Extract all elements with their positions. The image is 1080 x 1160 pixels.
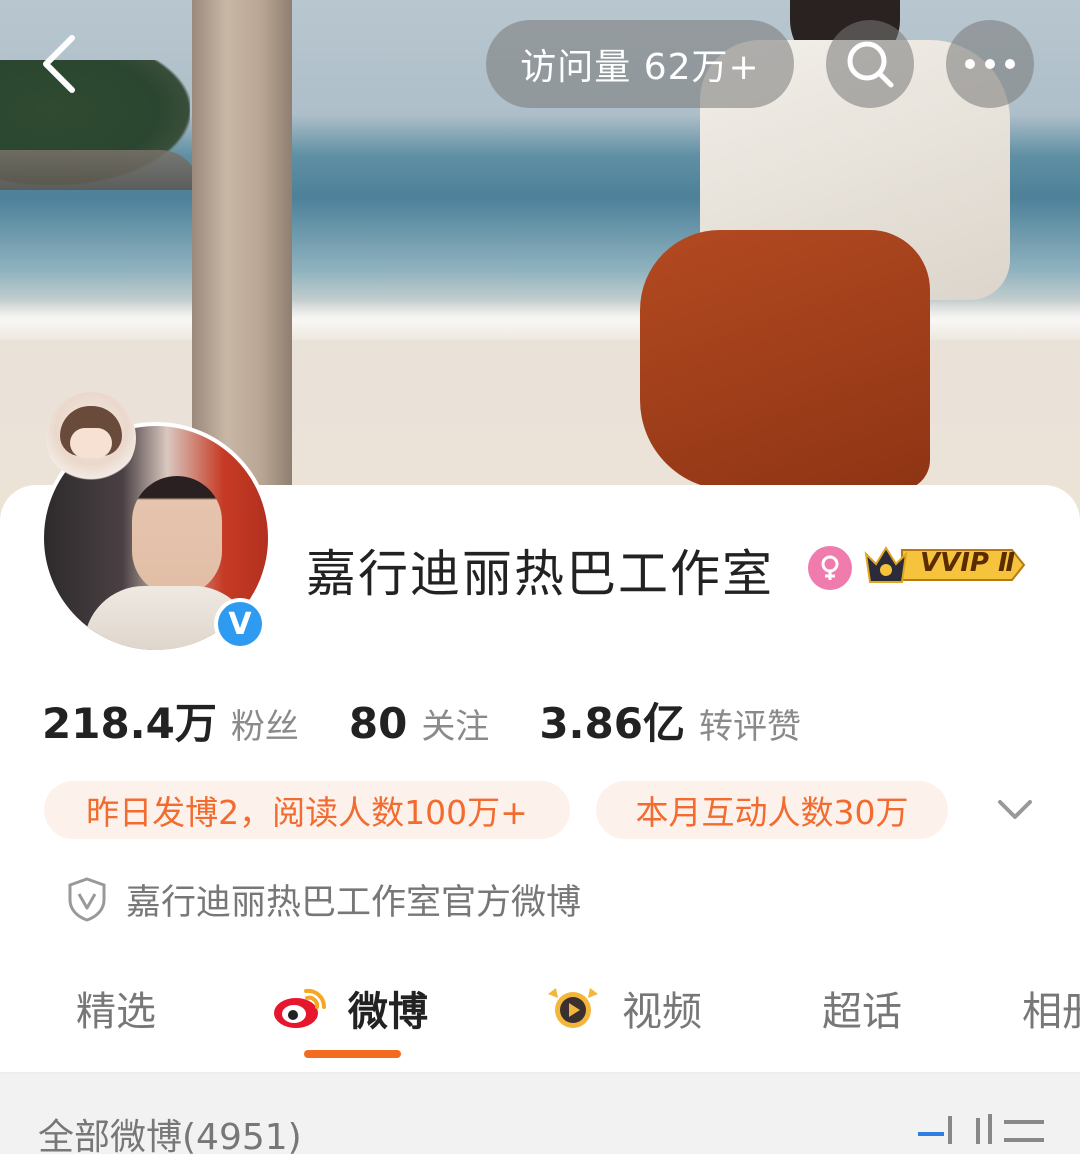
active-tab-indicator bbox=[304, 1050, 401, 1058]
followers-count[interactable]: 218.4万 bbox=[42, 690, 217, 751]
pendant-face bbox=[70, 428, 112, 458]
monthly-interaction-tag[interactable]: 本月互动人数30万 bbox=[596, 781, 948, 839]
followers-label[interactable]: 粉丝 bbox=[231, 699, 299, 748]
vip-badge[interactable]: VVIP Ⅱ bbox=[862, 540, 1027, 590]
weibo-logo-icon bbox=[272, 985, 328, 1031]
cover-person-pants bbox=[640, 230, 930, 490]
official-account-text: 嘉行迪丽热巴工作室官方微博 bbox=[126, 882, 582, 923]
more-button[interactable] bbox=[946, 20, 1034, 108]
tab-featured-label: 精选 bbox=[76, 989, 156, 1035]
expand-button[interactable] bbox=[994, 792, 1036, 828]
search-icon bbox=[847, 41, 894, 88]
search-button[interactable] bbox=[826, 20, 914, 108]
interactions-label[interactable]: 转评赞 bbox=[699, 699, 801, 748]
verified-badge: V bbox=[214, 598, 266, 650]
tab-video[interactable]: 视频 bbox=[544, 980, 702, 1036]
tab-album-label: 相册 bbox=[1022, 989, 1080, 1035]
monthly-interaction-text: 本月互动人数30万 bbox=[635, 793, 909, 832]
yesterday-posts-text: 昨日发博2，阅读人数100万+ bbox=[86, 793, 528, 832]
tab-super-topic[interactable]: 超话 bbox=[822, 980, 902, 1036]
interactions-count[interactable]: 3.86亿 bbox=[539, 690, 685, 751]
tab-weibo-label: 微博 bbox=[348, 989, 428, 1035]
visits-count-label: 访问量 62万+ bbox=[520, 47, 760, 88]
back-button[interactable] bbox=[30, 28, 100, 98]
avatar-face bbox=[132, 476, 222, 596]
vip-badge-text: VVIP Ⅱ bbox=[920, 548, 1016, 578]
tab-video-label: 视频 bbox=[622, 989, 702, 1035]
tab-weibo[interactable]: 微博 bbox=[272, 980, 428, 1036]
verified-v-icon: V bbox=[218, 602, 262, 646]
following-label[interactable]: 关注 bbox=[421, 699, 489, 748]
following-count[interactable]: 80 bbox=[349, 699, 407, 748]
video-play-icon bbox=[544, 984, 602, 1032]
more-horizontal-icon bbox=[965, 59, 1015, 69]
chevron-left-icon bbox=[43, 35, 75, 93]
female-icon bbox=[808, 546, 852, 590]
cover-rocks bbox=[0, 150, 200, 190]
tab-featured[interactable]: 精选 bbox=[76, 980, 156, 1036]
profile-name: 嘉行迪丽热巴工作室 bbox=[306, 545, 774, 603]
profile-stats: 218.4万 粉丝 80 关注 3.86亿 转评赞 bbox=[42, 690, 851, 748]
filter-controls[interactable] bbox=[914, 1110, 1048, 1150]
shield-v-icon bbox=[68, 877, 106, 922]
chevron-down-icon bbox=[998, 800, 1032, 819]
avatar-pendant-sticker[interactable] bbox=[46, 392, 136, 484]
all-weibo-filter[interactable]: 全部微博(4951) bbox=[38, 1108, 302, 1160]
visits-count-pill[interactable]: 访问量 62万+ bbox=[486, 20, 794, 108]
tab-album[interactable]: 相册 bbox=[1022, 980, 1080, 1036]
yesterday-posts-tag[interactable]: 昨日发博2，阅读人数100万+ bbox=[44, 781, 570, 839]
official-account-line: 嘉行迪丽热巴工作室官方微博 bbox=[66, 874, 581, 924]
tab-super-topic-label: 超话 bbox=[822, 989, 902, 1035]
filter-icon bbox=[918, 1114, 1044, 1144]
